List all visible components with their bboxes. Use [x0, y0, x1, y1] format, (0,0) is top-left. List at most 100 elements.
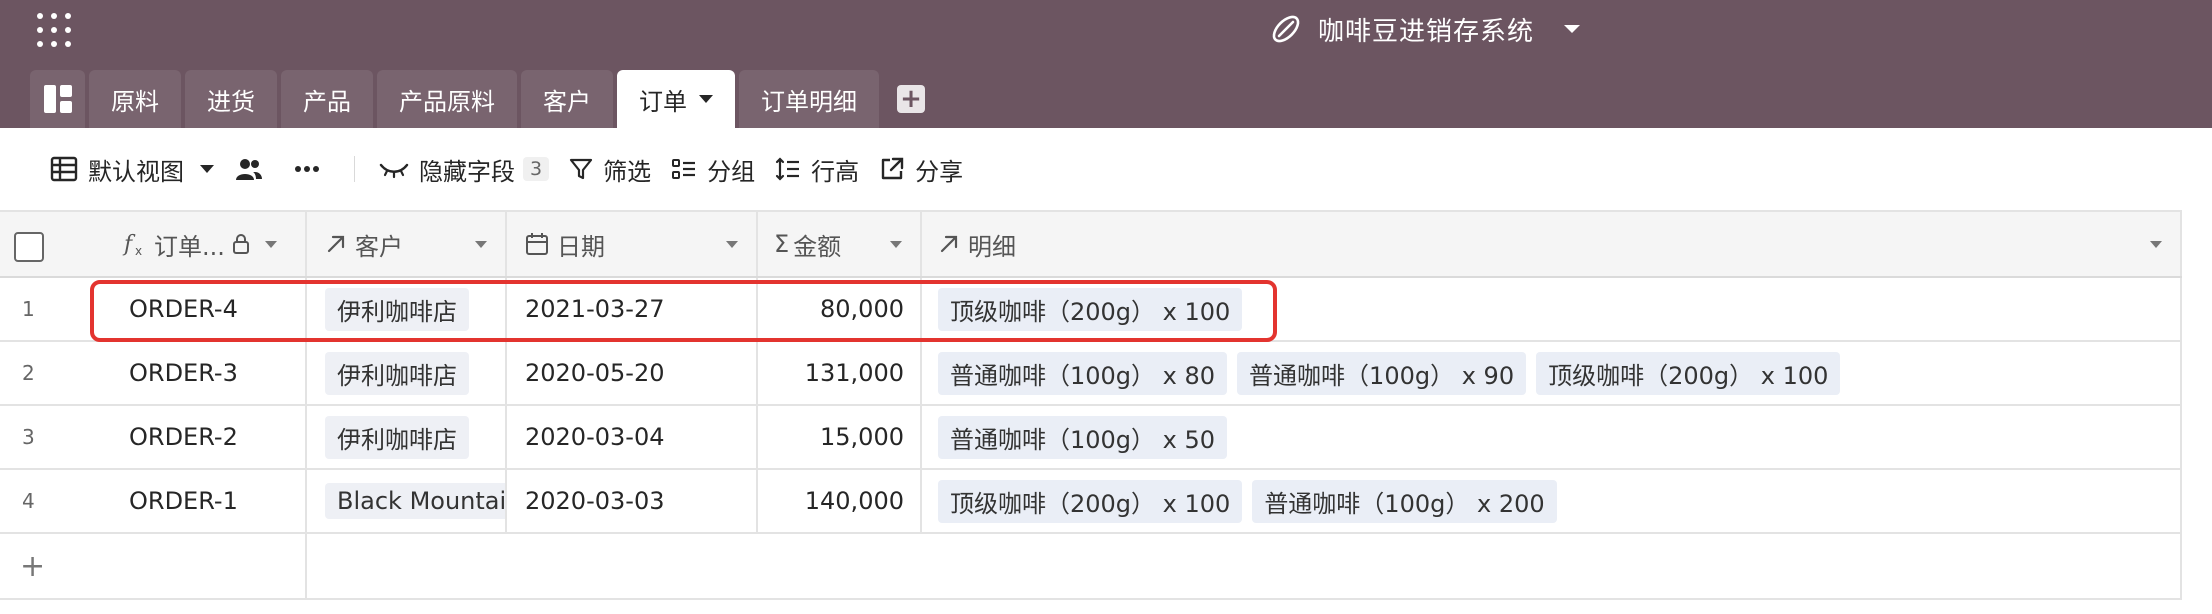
- coffee-bean-icon: [1272, 15, 1300, 43]
- select-all-checkbox[interactable]: [14, 232, 44, 262]
- order-number-cell[interactable]: 1 ORDER-4: [0, 278, 307, 340]
- tab-orders[interactable]: 订单: [617, 70, 735, 128]
- hidden-fields-count: 3: [523, 157, 550, 181]
- link-arrow-icon: [940, 235, 958, 253]
- view-name: 默认视图: [88, 157, 184, 186]
- toolbar-divider: [354, 156, 355, 182]
- detail-chip[interactable]: 普通咖啡（100g） x 200: [1252, 479, 1557, 523]
- hide-fields-button[interactable]: 隐藏字段 3: [369, 147, 559, 191]
- chevron-down-icon[interactable]: [699, 95, 713, 103]
- order-number: ORDER-4: [129, 295, 238, 323]
- detail-chip[interactable]: 顶级咖啡（200g） x 100: [938, 479, 1243, 523]
- date-value: 2020-03-03: [525, 487, 665, 515]
- table-row[interactable]: 3 ORDER-2 伊利咖啡店 2020-03-04 15,000 普通咖啡（100g） …: [0, 406, 2182, 470]
- share-button[interactable]: 分享: [869, 147, 973, 191]
- table-view-icon: [50, 156, 78, 182]
- chevron-down-icon[interactable]: [475, 240, 487, 248]
- collaborators-button[interactable]: [224, 147, 284, 191]
- amount-cell[interactable]: 131,000: [758, 342, 922, 404]
- details-cell[interactable]: 普通咖啡（100g） x 80 普通咖啡（100g） x 90 顶级咖啡（200g）…: [922, 342, 2182, 404]
- apps-grid-icon[interactable]: [37, 13, 71, 47]
- customer-cell[interactable]: 伊利咖啡店: [307, 406, 507, 468]
- chevron-down-icon[interactable]: [1564, 25, 1581, 33]
- column-header-customer[interactable]: 客户: [307, 212, 507, 276]
- tab-products[interactable]: 产品: [281, 70, 373, 128]
- customer-cell[interactable]: 伊利咖啡店: [307, 342, 507, 404]
- details-cell[interactable]: 普通咖啡（100g） x 50: [922, 406, 2182, 468]
- date-cell[interactable]: 2020-05-20: [507, 342, 758, 404]
- order-number-cell[interactable]: 2 ORDER-3: [0, 342, 307, 404]
- chevron-down-icon[interactable]: [2150, 240, 2162, 248]
- layout-panels-icon: [43, 85, 72, 113]
- column-header-amount[interactable]: Σ 金额: [758, 212, 922, 276]
- detail-chip[interactable]: 顶级咖啡（200g） x 100: [938, 287, 1243, 331]
- customer-cell[interactable]: Black Mountai: [307, 470, 507, 532]
- view-selector[interactable]: 默认视图: [40, 147, 224, 191]
- share-external-icon: [881, 157, 904, 180]
- detail-chip[interactable]: 顶级咖啡（200g） x 100: [1536, 351, 1841, 395]
- more-options-button[interactable]: [284, 147, 340, 191]
- order-number-cell[interactable]: 3 ORDER-2: [0, 406, 307, 468]
- row-index: 3: [22, 425, 35, 449]
- tab-raw-materials[interactable]: 原料: [89, 70, 181, 128]
- table-row[interactable]: 4 ORDER-1 Black Mountai 2020-03-03 140,000 顶级…: [0, 470, 2182, 534]
- row-index: 1: [22, 297, 35, 321]
- app-title-menu[interactable]: 咖啡豆进销存系统: [1270, 8, 1581, 50]
- chevron-down-icon[interactable]: [726, 240, 738, 248]
- customer-chip[interactable]: 伊利咖啡店: [325, 415, 469, 459]
- details-cell[interactable]: 顶级咖啡（200g） x 100: [922, 278, 2182, 340]
- column-header-order-number[interactable]: f x 订单...: [0, 212, 307, 276]
- group-button[interactable]: 分组: [661, 147, 765, 191]
- amount-cell[interactable]: 140,000: [758, 470, 922, 532]
- add-record-row[interactable]: +: [0, 534, 2182, 600]
- column-header-date[interactable]: 日期: [507, 212, 758, 276]
- tab-product-materials[interactable]: 产品原料: [377, 70, 517, 128]
- details-cell[interactable]: 顶级咖啡（200g） x 100 普通咖啡（100g） x 200: [922, 470, 2182, 532]
- customer-chip[interactable]: 伊利咖啡店: [325, 287, 469, 331]
- tab-customers[interactable]: 客户: [521, 70, 613, 128]
- group-list-icon: [672, 159, 696, 179]
- detail-chip[interactable]: 普通咖啡（100g） x 80: [938, 351, 1228, 395]
- svg-text:x: x: [135, 244, 142, 258]
- tab-purchases[interactable]: 进货: [185, 70, 277, 128]
- table-row[interactable]: 1 ORDER-4 伊利咖啡店 2021-03-27 80,000 顶级咖啡（200g） …: [0, 278, 2182, 342]
- filter-button[interactable]: 筛选: [559, 147, 661, 191]
- date-cell[interactable]: 2020-03-03: [507, 470, 758, 532]
- chevron-down-icon[interactable]: [264, 240, 277, 248]
- table-body: 1 ORDER-4 伊利咖啡店 2021-03-27 80,000 顶级咖啡（200g） …: [0, 278, 2182, 534]
- app-title: 咖啡豆进销存系统: [1318, 16, 1535, 47]
- tab-order-details[interactable]: 订单明细: [739, 70, 879, 128]
- customer-cell[interactable]: 伊利咖啡店: [307, 278, 507, 340]
- row-height-icon: [775, 157, 800, 181]
- row-height-button[interactable]: 行高: [765, 147, 869, 191]
- date-cell[interactable]: 2020-03-04: [507, 406, 758, 468]
- order-number-cell[interactable]: 4 ORDER-1: [0, 470, 307, 532]
- users-icon: [236, 159, 262, 180]
- customer-chip[interactable]: 伊利咖啡店: [325, 351, 469, 395]
- amount-value: 140,000: [804, 487, 904, 515]
- amount-value: 131,000: [804, 359, 904, 387]
- ellipsis-icon: [295, 166, 319, 172]
- add-table-button[interactable]: +: [897, 85, 925, 113]
- chevron-down-icon[interactable]: [890, 240, 902, 248]
- lock-icon: [232, 234, 249, 254]
- add-record-button[interactable]: +: [20, 534, 45, 598]
- amount-value: 80,000: [820, 295, 904, 323]
- detail-chip[interactable]: 普通咖啡（100g） x 90: [1237, 351, 1527, 395]
- amount-cell[interactable]: 80,000: [758, 278, 922, 340]
- date-cell[interactable]: 2021-03-27: [507, 278, 758, 340]
- calendar-icon: [526, 233, 548, 255]
- amount-cell[interactable]: 15,000: [758, 406, 922, 468]
- column-header-details[interactable]: 明细: [922, 212, 2182, 276]
- link-arrow-icon: [327, 235, 345, 253]
- detail-chip[interactable]: 普通咖啡（100g） x 50: [938, 415, 1228, 459]
- layout-toggle-button[interactable]: [30, 70, 85, 128]
- date-value: 2020-03-04: [525, 423, 665, 451]
- formula-icon: f x: [122, 232, 142, 258]
- amount-value: 15,000: [820, 423, 904, 451]
- table-row[interactable]: 2 ORDER-3 伊利咖啡店 2020-05-20 131,000 普通咖啡（100g）…: [0, 342, 2182, 406]
- chevron-down-icon[interactable]: [200, 165, 214, 173]
- app-header: 咖啡豆进销存系统 原料 进货 产品 产品原料 客户 订单 订单明细 +: [0, 0, 2212, 128]
- customer-chip[interactable]: Black Mountai: [325, 483, 505, 519]
- filter-icon: [569, 158, 593, 180]
